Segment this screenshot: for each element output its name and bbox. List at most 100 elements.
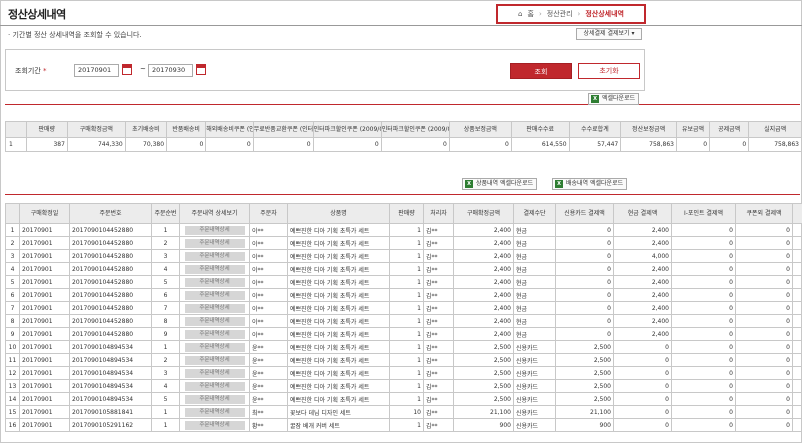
table-cell: 0 bbox=[735, 327, 793, 341]
table-cell: 2017090104452880 bbox=[69, 262, 152, 276]
table-cell: 10 bbox=[5, 340, 20, 354]
order-detail-button[interactable]: 주문내역상세 bbox=[184, 342, 245, 352]
table-row: 2 20170901 2017090104452880 2 주문내역상세 이** 예쁘진한 … bbox=[5, 236, 802, 250]
table-cell: 2,400 bbox=[613, 327, 672, 341]
table-cell: 0 bbox=[555, 236, 614, 250]
end-date-input[interactable]: 20170930 bbox=[148, 64, 193, 77]
table-cell: 예쁘진한 디아 기획 초특가 세트 bbox=[287, 223, 390, 237]
order-detail-button[interactable]: 주문내역상세 bbox=[184, 329, 245, 339]
start-date-input[interactable]: 20170901 bbox=[74, 64, 119, 77]
order-detail-button[interactable]: 주문내역상세 bbox=[184, 394, 245, 404]
table-cell: 김** bbox=[423, 249, 454, 263]
order-detail-button[interactable]: 주문내역상세 bbox=[184, 407, 245, 417]
table-cell: 예쁘진한 디아 기획 초특가 세트 bbox=[287, 275, 390, 289]
table-cell: 김** bbox=[423, 223, 454, 237]
table-row: 10 20170901 2017090104894534 1 주문내역상세 윤** 예쁘진한… bbox=[5, 340, 802, 354]
table-cell: 4 bbox=[5, 262, 20, 276]
breadcrumb-settlement[interactable]: 정산관리 bbox=[547, 9, 573, 19]
order-detail-button[interactable]: 주문내역상세 bbox=[184, 368, 245, 378]
search-button[interactable]: 조회 bbox=[510, 63, 572, 79]
table-cell: 20170901 bbox=[19, 236, 70, 250]
summary-data-row: 1 387 744,330 70,380 0 0 0 0 0 0 614,550 57,447 758,… bbox=[5, 137, 802, 152]
table-cell: 신용카드 bbox=[513, 340, 556, 354]
table-cell: 2017090104452880 bbox=[69, 288, 152, 302]
table-cell: 2,400 bbox=[613, 236, 672, 250]
table-cell: 15 bbox=[5, 405, 20, 419]
table-cell bbox=[792, 379, 802, 393]
excel-icon: X bbox=[465, 180, 473, 188]
breadcrumb-home[interactable]: 홈 bbox=[527, 9, 533, 19]
summary-header-cell: 구매확정금액 bbox=[66, 121, 126, 138]
summary-cell: 57,447 bbox=[568, 137, 622, 152]
table-cell: 1 bbox=[389, 223, 424, 237]
calendar-icon[interactable] bbox=[122, 64, 132, 75]
order-detail-button[interactable]: 주문내역상세 bbox=[184, 264, 245, 274]
table-cell: 0 bbox=[671, 275, 736, 289]
table-cell: 8 bbox=[5, 314, 20, 328]
table-cell: 2,500 bbox=[555, 340, 614, 354]
table-cell: 예쁘진한 디아 기획 초특가 세트 bbox=[287, 249, 390, 263]
reset-button[interactable]: 초기화 bbox=[578, 63, 640, 79]
order-detail-button[interactable]: 주문내역상세 bbox=[184, 277, 245, 287]
table-cell: 0 bbox=[735, 275, 793, 289]
delivery-excel-download-button[interactable]: X 배송내역 엑셀다운로드 bbox=[552, 178, 628, 190]
table-cell: 1 bbox=[389, 288, 424, 302]
order-detail-button[interactable]: 주문내역상세 bbox=[184, 303, 245, 313]
summary-table: 판매량구매확정금액초기배송비반품배송비해외배송비쿠폰 (인터파크)무료반품교환쿠… bbox=[5, 121, 802, 152]
table-cell: 0 bbox=[613, 405, 672, 419]
table-cell: 2 bbox=[151, 353, 180, 367]
table-cell: 4 bbox=[151, 379, 180, 393]
summary-header-cell: 무료반품교환쿠폰 (인터파크) bbox=[252, 121, 314, 138]
detail-header-cell bbox=[5, 203, 20, 224]
table-cell: 신용카드 bbox=[513, 392, 556, 406]
order-detail-button[interactable]: 주문내역상세 bbox=[184, 381, 245, 391]
table-cell: 예쁘진한 디아 기획 초특가 세트 bbox=[287, 236, 390, 250]
summary-cell: 0 bbox=[205, 137, 254, 152]
table-cell: 0 bbox=[735, 236, 793, 250]
table-row: 16 20170901 2017090105291162 1 주문내역상세 황** 꿀잠 베… bbox=[5, 418, 802, 432]
order-detail-button[interactable]: 주문내역상세 bbox=[184, 290, 245, 300]
table-cell: 예쁘진한 디아 기획 초특가 세트 bbox=[287, 301, 390, 315]
order-detail-cell: 주문내역상세 bbox=[179, 327, 250, 341]
detail-header-cell: 신용카드 결제액 bbox=[555, 203, 614, 224]
breadcrumb: ⌂ 홈 › 정산관리 › 정산상세내역 bbox=[496, 4, 646, 24]
table-cell: 현금 bbox=[513, 236, 556, 250]
table-cell: 2,400 bbox=[613, 314, 672, 328]
order-detail-cell: 주문내역상세 bbox=[179, 366, 250, 380]
table-cell: 7 bbox=[5, 301, 20, 315]
order-detail-button[interactable]: 주문내역상세 bbox=[184, 355, 245, 365]
table-cell: 이** bbox=[249, 288, 288, 302]
order-detail-cell: 주문내역상세 bbox=[179, 314, 250, 328]
home-icon[interactable]: ⌂ bbox=[518, 10, 522, 18]
order-detail-button[interactable]: 주문내역상세 bbox=[184, 251, 245, 261]
summary-excel-download-button[interactable]: X 엑셀다운로드 bbox=[588, 93, 640, 105]
summary-header-cell: 반품배송비 bbox=[166, 121, 207, 138]
table-cell bbox=[792, 223, 802, 237]
table-cell: 2017090104894534 bbox=[69, 353, 152, 367]
table-row: 1 20170901 2017090104452880 1 주문내역상세 이** 예쁘진한 … bbox=[5, 223, 802, 237]
table-cell: 2 bbox=[151, 236, 180, 250]
calendar-icon[interactable] bbox=[196, 64, 206, 75]
detail-view-select[interactable]: 상세결제 결제보기 ▾ bbox=[576, 28, 642, 40]
table-cell: 2,500 bbox=[555, 392, 614, 406]
table-row: 6 20170901 2017090104452880 6 주문내역상세 이** 예쁘진한 … bbox=[5, 288, 802, 302]
table-cell: 현금 bbox=[513, 223, 556, 237]
summary-cell: 70,380 bbox=[124, 137, 168, 152]
table-cell: 이** bbox=[249, 262, 288, 276]
detail-header-cell: 주문자 bbox=[249, 203, 288, 224]
detail-table: 구매확정일 주문번호 주문순번 주문내역 상세보기 주문자 상품명 판매량 처리자 구매확정금액… bbox=[5, 203, 802, 432]
order-detail-button[interactable]: 주문내역상세 bbox=[184, 420, 245, 430]
order-detail-button[interactable]: 주문내역상세 bbox=[184, 316, 245, 326]
summary-header-cell: 유보금액 bbox=[675, 121, 711, 138]
order-detail-button[interactable]: 주문내역상세 bbox=[184, 225, 245, 235]
table-cell: 0 bbox=[671, 418, 736, 432]
page-title: 정산상세내역 bbox=[8, 8, 66, 21]
table-cell: 2017090104452880 bbox=[69, 249, 152, 263]
table-cell bbox=[792, 405, 802, 419]
table-cell: 김** bbox=[423, 405, 454, 419]
table-cell: 2017090104894534 bbox=[69, 340, 152, 354]
product-excel-download-button[interactable]: X 상품내역 엑셀다운로드 bbox=[462, 178, 538, 190]
table-cell bbox=[792, 353, 802, 367]
table-cell: 20170901 bbox=[19, 340, 70, 354]
order-detail-button[interactable]: 주문내역상세 bbox=[184, 238, 245, 248]
